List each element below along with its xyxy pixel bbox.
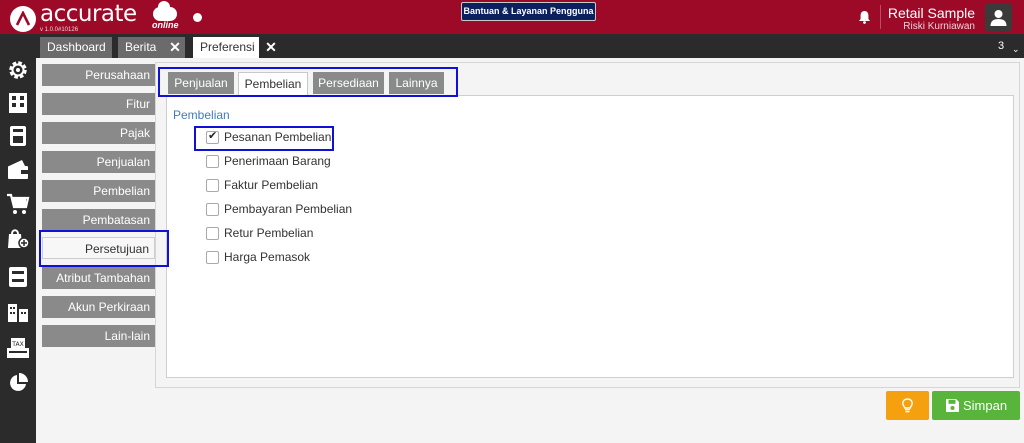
- icon-sidebar: TAX: [0, 58, 36, 443]
- accurate-logo[interactable]: accurate online v 1.0.0#10126: [10, 1, 179, 33]
- user-name[interactable]: Retail Sample: [884, 5, 975, 21]
- save-label: Simpan: [963, 398, 1008, 413]
- checkbox[interactable]: [206, 227, 219, 240]
- cloud-icon: [153, 1, 177, 21]
- tab-dashboard[interactable]: Dashboard: [40, 37, 112, 58]
- highlight-subtabs: [158, 67, 458, 97]
- nav-item-pembatasan[interactable]: Pembatasan: [42, 209, 155, 231]
- bell-icon[interactable]: [858, 10, 871, 24]
- tax-icon[interactable]: TAX: [6, 336, 30, 360]
- save-button[interactable]: Simpan: [932, 391, 1020, 420]
- chevron-down-icon[interactable]: ⌄: [1012, 44, 1020, 55]
- cart-icon[interactable]: [6, 192, 30, 216]
- nav-item-akun-perkiraan[interactable]: Akun Perkiraan: [42, 296, 155, 318]
- option-label: Harga Pemasok: [224, 250, 311, 264]
- version-label: v 1.0.0#10126: [40, 27, 79, 33]
- shopping-bag-plus-icon[interactable]: [6, 226, 30, 250]
- buildings-icon[interactable]: [6, 300, 30, 324]
- top-bar: accurate online v 1.0.0#10126 Bantuan & …: [0, 0, 1024, 34]
- svg-text:TAX: TAX: [11, 341, 23, 348]
- checkbox[interactable]: [206, 179, 219, 192]
- nav-item-atribut-tambahan[interactable]: Atribut Tambahan: [42, 267, 155, 289]
- building-icon[interactable]: [6, 91, 30, 115]
- tab-berita[interactable]: Berita: [118, 37, 166, 58]
- tab-count[interactable]: 3: [998, 40, 1004, 52]
- status-dot-icon: [193, 13, 202, 22]
- lightbulb-icon: [902, 398, 913, 413]
- pie-chart-icon[interactable]: [6, 371, 30, 395]
- wallet-icon[interactable]: [6, 157, 30, 181]
- nav-item-lain-lain[interactable]: Lain-lain: [42, 325, 155, 347]
- tab-strip: Dashboard Berita ✕ Preferensi ✕: [0, 34, 1024, 58]
- tips-button[interactable]: [886, 391, 929, 420]
- tab-preferensi[interactable]: Preferensi: [193, 37, 259, 58]
- checkbox[interactable]: [206, 203, 219, 216]
- calculator-icon[interactable]: [6, 124, 30, 148]
- option-label: Retur Pembelian: [224, 226, 314, 240]
- highlight-nav-item: [39, 230, 169, 267]
- archive-icon[interactable]: [6, 265, 30, 289]
- logo-a-icon: [10, 6, 36, 32]
- checkbox[interactable]: [206, 155, 219, 168]
- settings-gear-icon[interactable]: [6, 58, 30, 82]
- close-tab-berita-icon[interactable]: ✕: [165, 37, 185, 58]
- header-divider: [880, 5, 881, 29]
- nav-item-perusahaan[interactable]: Perusahaan: [42, 64, 155, 86]
- highlight-option: [194, 126, 334, 151]
- nav-item-pajak[interactable]: Pajak: [42, 122, 155, 144]
- user-subname: Riski Kurniawan: [903, 21, 975, 32]
- floppy-disk-icon: [946, 399, 959, 412]
- nav-item-penjualan[interactable]: Penjualan: [42, 151, 155, 173]
- nav-item-pembelian[interactable]: Pembelian: [42, 180, 155, 202]
- option-label: Penerimaan Barang: [224, 154, 331, 168]
- section-title: Pembelian: [173, 108, 230, 122]
- user-icon: [990, 10, 1007, 26]
- brand-name: accurate: [40, 1, 137, 27]
- close-tab-preferensi-icon[interactable]: ✕: [261, 37, 281, 58]
- option-label: Pembayaran Pembelian: [224, 202, 353, 216]
- avatar[interactable]: [985, 4, 1012, 31]
- brand-sub: online: [152, 20, 179, 30]
- option-label: Faktur Pembelian: [224, 178, 319, 192]
- checkbox[interactable]: [206, 251, 219, 264]
- help-button[interactable]: Bantuan & Layanan Pengguna: [461, 2, 596, 21]
- nav-item-fitur[interactable]: Fitur: [42, 93, 155, 115]
